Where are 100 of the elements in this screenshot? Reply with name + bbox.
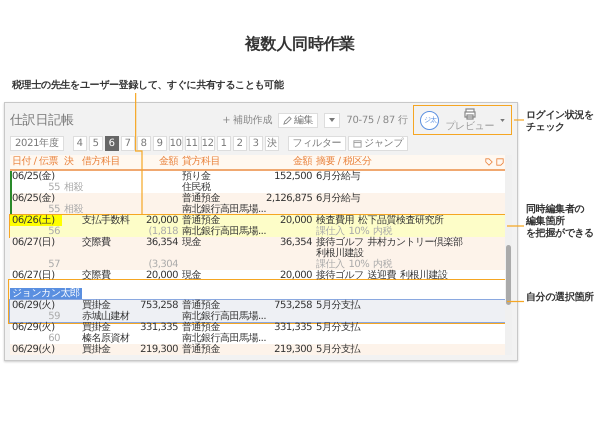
table-cell-text: 331,335: [273, 322, 313, 333]
table-cell: 6月分給与: [316, 171, 360, 182]
table-cell-text: 06/25(金): [11, 193, 56, 204]
table-cell-text: 現金: [181, 237, 202, 250]
table-cell-text: 榛名原資材: [81, 333, 131, 344]
table-cell-text: 赤城山建材: [81, 311, 131, 322]
period-tab[interactable]: 3: [248, 136, 263, 150]
table-cell-text: 219,300: [139, 344, 179, 355]
table-cell-text: 交際費: [81, 237, 112, 250]
table-cell-text: 買掛金: [81, 344, 112, 355]
period-tab[interactable]: 2: [232, 136, 247, 150]
table-cell-text: 普通預金: [181, 215, 220, 226]
table-cell-text: 152,500: [273, 171, 313, 182]
period-tab[interactable]: 11: [184, 136, 199, 150]
annotation-text: 税理士の先生をユーザー登録して、すぐに共有することも可能: [12, 78, 284, 92]
table-cell-text: 06/27(日): [11, 270, 56, 281]
table-cell: 5月分支払: [316, 300, 360, 311]
period-tab[interactable]: 9: [152, 136, 167, 150]
edit-button[interactable]: 編集: [278, 112, 318, 128]
table-cell-text: 支払手数料: [81, 215, 131, 226]
column-header: 決: [63, 155, 75, 169]
table-cell-text: 20,000: [145, 270, 179, 281]
fiscal-year-button[interactable]: 2021年度: [10, 136, 64, 150]
table-cell-text: 219,300: [273, 344, 313, 355]
table-cell: 松下品質検査研究所: [358, 215, 444, 226]
column-header: 摘要 / 税区分: [315, 155, 373, 169]
table-cell-text: 買掛金: [81, 300, 110, 311]
table-cell-text: 55: [48, 204, 61, 215]
slide-title: 複数人同時作業: [244, 33, 356, 55]
table-cell: 接待ゴルフ: [316, 270, 364, 281]
table-cell: 06/26(土): [10, 215, 62, 226]
period-tab[interactable]: 10: [168, 136, 183, 150]
journal-entry[interactable]: 06/26(土) 支払手数料 20,000 普通預金 20,000 検査費用 松下品質検査研究所 56 (1,818 南北銀行高田馬場... 課仕入 10% 内税: [10, 215, 505, 237]
table-cell-text: 南北銀行高田馬場...: [181, 311, 264, 322]
table-cell-text: 06/27(日): [11, 237, 56, 250]
column-header: 貸方科目: [181, 155, 221, 169]
table-cell-text: 55: [47, 182, 61, 193]
table-cell-text: 20,000: [279, 270, 313, 281]
period-tab[interactable]: 12: [200, 136, 215, 150]
table-cell-text: 331,335: [139, 322, 179, 333]
table-cell-text: 南北銀行高田馬場...: [181, 333, 264, 344]
table-cell-text: 交際費: [81, 270, 112, 281]
table-cell: 10%: [348, 226, 370, 237]
callout-text: 自分の選択箇所: [526, 292, 594, 304]
journal-entry[interactable]: 06/25(金) 普通預金 2,126,875 6月分給与 55 相殺 南北銀行高田馬場...: [10, 193, 505, 215]
table-cell-text: 06/29(火): [11, 322, 56, 333]
add-sub-button[interactable]: + 補助作成: [222, 113, 272, 127]
table-cell-text: 南北銀行高田馬場...: [181, 226, 264, 237]
filter-button[interactable]: フィルター: [288, 136, 346, 150]
table-cell: 井村カントリー倶楽部: [368, 237, 462, 248]
callout-text: 編集箇所: [526, 216, 566, 228]
table-cell-text: (3,304: [147, 259, 179, 270]
column-header: 日付 / 伝票: [11, 155, 60, 169]
period-tab[interactable]: 4: [72, 136, 87, 150]
journal-entry[interactable]: 06/29(火) 買掛金 753,258 普通預金 753,258 5月分支払 59 赤城山建材 南北銀行高田馬場...: [10, 300, 505, 322]
table-cell-text: 南北銀行高田馬場...: [181, 204, 264, 215]
period-tab[interactable]: 1: [216, 136, 231, 150]
table-cell-text: 753,258: [139, 300, 179, 311]
period-tab[interactable]: 7: [120, 136, 135, 150]
journal-entry[interactable]: 06/27(日) 交際費 20,000 現金 20,000 接待ゴルフ 送迎費 利根川建設: [10, 270, 505, 281]
table-cell-text: 20,000: [145, 215, 179, 226]
table-cell-text: 普通預金: [181, 193, 220, 204]
jump-button[interactable]: ジャンプ: [348, 136, 408, 150]
column-header: 金額: [292, 155, 314, 169]
table-cell-text: 06/29(火): [11, 344, 56, 355]
table-cell: 送迎費: [368, 270, 396, 281]
table-cell: 課仕入: [316, 259, 344, 270]
table-cell-text: 36,354: [145, 237, 179, 250]
journal-entry[interactable]: 06/27(日) 交際費 36,354 現金 36,354 接待ゴルフ 井村カントリー倶楽部 利根川建設 57 (3,304 課仕入 10% 内税: [10, 237, 505, 270]
column-header: 金額: [158, 155, 180, 169]
table-cell-text: 06/29(火): [11, 300, 56, 311]
preview-button[interactable]: プレビュー: [445, 108, 494, 132]
table-cell-text: 普通預金: [181, 300, 220, 311]
table-cell-text: 753,258: [273, 300, 313, 311]
callout-text: を把握ができる: [526, 228, 594, 240]
table-cell-text: 56: [47, 226, 61, 237]
table-cell-text: (1,818: [147, 226, 179, 237]
table-cell-text: 36,354: [279, 237, 313, 250]
table-cell-text: 預り金: [181, 171, 210, 182]
table-cell-text: 現金: [181, 270, 202, 281]
journal-entry[interactable]: 06/25(金) 預り金 152,500 6月分給与 55 相殺 住民税: [10, 171, 505, 193]
table-cell-text: 普通預金: [181, 322, 220, 333]
table-cell: 内税: [373, 226, 392, 237]
table-cell-text: 60: [48, 333, 61, 344]
table-cell: 利根川建設: [316, 248, 364, 259]
callout-text: 同時編集者の: [526, 204, 586, 216]
period-tab[interactable]: 8: [136, 136, 151, 150]
column-header: 借方科目: [81, 155, 121, 169]
callout-text: ログイン状況を: [526, 110, 594, 122]
period-tab[interactable]: 5: [88, 136, 103, 150]
period-tab[interactable]: 6: [104, 136, 119, 150]
table-cell: 5月分支払: [316, 344, 360, 355]
journal-entry[interactable]: 06/29(火) 買掛金 219,300 普通預金 219,300 5月分支払: [10, 344, 505, 355]
table-cell-text: 2,126,875: [265, 193, 314, 204]
period-tab[interactable]: 決: [264, 136, 279, 150]
user-label: ジョンカン太郎: [10, 288, 82, 299]
table-cell-text: 買掛金: [81, 322, 112, 333]
journal-entry[interactable]: 06/29(火) 買掛金 331,335 普通預金 331,335 5月分支払 60 榛名原資材 南北銀行高田馬場...: [10, 322, 505, 344]
table-cell-text: 普通預金: [181, 344, 221, 355]
table-cell: 課仕入: [316, 226, 344, 237]
